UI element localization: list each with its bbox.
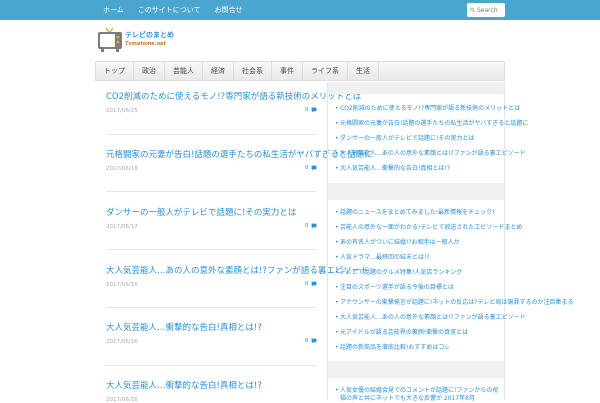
nav-item-living[interactable]: 生活 — [348, 62, 379, 80]
logo-title: テレビのまとめ — [125, 31, 174, 39]
sidebar-item[interactable]: 人気女優の結婚会見でのコメントが話題に!ファンからの祝福の声と共にネットでも大き… — [335, 387, 500, 403]
comment-icon — [311, 165, 316, 171]
comment-count-value: 0 — [305, 338, 309, 344]
tv-icon — [98, 27, 122, 52]
top-nav: ホーム このサイトについて お問合せ — [96, 0, 250, 20]
post-date: 2017/06/17 — [106, 224, 138, 230]
sidebar-item[interactable]: ダンサーの一般人がテレビで話題に!その実力とは — [335, 135, 500, 143]
post-item: CO2削減のために使えるモノ!?専門家が語る新技術のメリットとは 2017/06… — [106, 92, 361, 114]
post-title[interactable]: ダンサーの一般人がテレビで話題に!その実力とは — [106, 208, 316, 219]
post-divider — [106, 191, 316, 192]
comment-icon — [311, 338, 316, 344]
sidebar-item[interactable]: 元格闘家の元妻が告白!話題の選手たちの私生活がヤバすぎると話題に — [335, 120, 528, 128]
sidebar-item[interactable]: テレビで話題のグルメ特集!人気店ランキング — [335, 269, 500, 277]
post-divider — [106, 307, 316, 308]
comment-count[interactable]: 0 — [305, 107, 317, 113]
post-title[interactable]: 大人気芸能人…あの人の意外な素顔とは!?ファンが語る裏エピソード — [106, 266, 369, 277]
post-title[interactable]: CO2削減のために使えるモノ!?専門家が語る新技術のメリットとは — [106, 92, 361, 103]
post-date: 2017/06/16 — [106, 339, 138, 345]
post-date: 2017/06/16 — [106, 282, 138, 288]
nav-item-top[interactable]: トップ — [96, 62, 134, 80]
sidebar-item[interactable]: 注目のスポーツ選手が語る今後の目標とは — [335, 284, 500, 292]
comment-icon — [311, 223, 316, 229]
sidebar-item[interactable]: 話題の新商品を徹底比較!おすすめはコレ — [335, 344, 500, 352]
nav-item-celebrity[interactable]: 芸能人 — [165, 62, 203, 80]
nav-item-politics[interactable]: 政治 — [134, 62, 165, 80]
search-input[interactable] — [477, 6, 505, 14]
nav-item-incident[interactable]: 事件 — [272, 62, 303, 80]
top-bar: ホーム このサイトについて お問合せ — [0, 0, 600, 20]
post-divider — [106, 134, 316, 135]
sidebar-item[interactable]: 芸能人の意外な一面がわかる!テレビで放送されたエピソードまとめ — [335, 224, 522, 232]
sidebar-header — [328, 82, 504, 94]
nav-item-life[interactable]: ライフ系 — [303, 62, 348, 80]
search-icon — [470, 7, 475, 13]
post-item: 大人気芸能人…衝撃的な告白!真相とは!? 2017/06/16 — [106, 381, 316, 403]
nav-item-economy[interactable]: 経済 — [203, 62, 234, 80]
post-date: 2017/06/16 — [106, 397, 138, 403]
comment-count-value: 0 — [305, 165, 309, 171]
comment-icon — [311, 107, 316, 113]
comment-count-value: 0 — [305, 107, 309, 113]
sidebar-item[interactable]: 元アイドルが語る芸能界の裏側!衝撃の真実とは — [335, 329, 500, 337]
main-nav: トップ 政治 芸能人 経済 社会系 事件 ライフ系 生活 — [95, 61, 505, 81]
comment-count[interactable]: 0 — [305, 338, 317, 344]
comment-icon — [311, 281, 316, 287]
post-title[interactable]: 元格闘家の元妻が告白!話題の選手たちの私生活がヤバすぎると話題に — [106, 150, 373, 161]
sidebar-item[interactable]: 大人気芸能人…衝撃的な告白!真相とは!? — [335, 165, 500, 173]
nav-item-society[interactable]: 社会系 — [234, 62, 272, 80]
post-title[interactable]: 大人気芸能人…衝撃的な告白!真相とは!? — [106, 323, 316, 334]
sidebar-item[interactable]: 人気ドラマ…最終回の結末とは!? — [335, 254, 500, 262]
site-logo[interactable]: テレビのまとめ Tvmatome.net — [97, 27, 177, 53]
sidebar: CO2削減のために使えるモノ!?専門家が語る新技術のメリットとは 元格闘家の元妻… — [327, 82, 573, 403]
post-divider — [106, 249, 316, 250]
comment-count[interactable]: 0 — [305, 223, 317, 229]
comment-count-value: 0 — [305, 223, 309, 229]
sidebar-item[interactable]: アナウンサーの衝撃発言が話題に!ネットの反応は?テレビ局は謝罪するのか注目集まる — [335, 299, 573, 307]
logo-subtitle: Tvmatome.net — [125, 41, 166, 47]
post-item: 元格闘家の元妻が告白!話題の選手たちの私生活がヤバすぎると話題に 2017/06… — [106, 150, 373, 172]
sidebar-item[interactable]: 話題のニュースをまとめてみました!最新情報をチェック! — [335, 209, 500, 217]
post-divider — [106, 365, 316, 366]
sidebar-item[interactable]: CO2削減のために使えるモノ!?専門家が語る新技術のメリットとは — [335, 105, 520, 113]
post-list: CO2削減のために使えるモノ!?専門家が語る新技術のメリットとは 2017/06… — [95, 82, 373, 403]
comment-count[interactable]: 0 — [305, 281, 317, 287]
sidebar-item[interactable]: 大人気芸能人…あの人の意外な素顔とは!?ファンが語る裏エピソード — [335, 150, 526, 158]
post-item: ダンサーの一般人がテレビで話題に!その実力とは 2017/06/17 0 — [106, 208, 316, 230]
search-box — [467, 3, 505, 17]
topnav-item-home[interactable]: ホーム — [96, 0, 131, 20]
comment-count[interactable]: 0 — [305, 165, 317, 171]
post-date: 2017/06/18 — [106, 166, 138, 172]
post-item: 大人気芸能人…あの人の意外な素顔とは!?ファンが語る裏エピソード 2017/06… — [106, 266, 369, 288]
post-item: 大人気芸能人…衝撃的な告白!真相とは!? 2017/06/16 0 — [106, 323, 316, 345]
sidebar-item[interactable]: 大人気芸能人…あの人の意外な素顔とは!?ファンが語る裏エピソード — [335, 314, 526, 322]
comment-count-value: 0 — [305, 281, 309, 287]
sidebar-header — [328, 183, 504, 200]
topnav-item-about[interactable]: このサイトについて — [131, 0, 208, 20]
sidebar-header — [328, 361, 504, 378]
post-date: 2017/06/25 — [106, 108, 138, 114]
topnav-item-contact[interactable]: お問合せ — [208, 0, 250, 20]
post-title[interactable]: 大人気芸能人…衝撃的な告白!真相とは!? — [106, 381, 316, 392]
sidebar-item[interactable]: あの有名人がついに結婚!?お相手は一般人か — [335, 239, 500, 247]
